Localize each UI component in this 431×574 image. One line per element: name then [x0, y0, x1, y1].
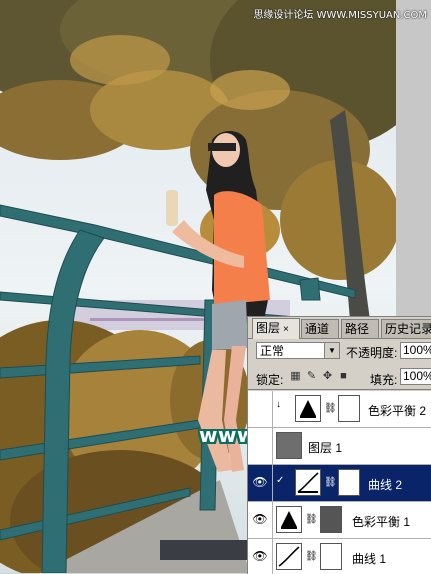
tab-layers-label: 图层 [256, 321, 281, 335]
visibility-toggle[interactable] [248, 428, 273, 464]
lock-brush-icon[interactable]: ✎ [306, 371, 317, 382]
visibility-toggle[interactable] [248, 391, 273, 427]
tab-history[interactable]: 历史记录 [381, 319, 431, 338]
adjustment-thumbnail[interactable] [276, 506, 302, 533]
link-indicator: ✓ [276, 475, 285, 486]
tab-channels[interactable]: 通道 [301, 319, 339, 338]
chain-link-icon[interactable]: ⛓ [305, 551, 318, 563]
lock-label: 锁定: [256, 373, 284, 387]
tab-channels-label: 通道 [305, 322, 330, 336]
layer-mask-thumbnail[interactable] [338, 395, 360, 422]
tab-paths-label: 路径 [345, 322, 370, 336]
layer-row-color-balance-1[interactable]: 👁 ⛓ 色彩平衡 1 [248, 502, 431, 539]
close-icon[interactable]: × [283, 324, 289, 335]
layer-name[interactable]: 色彩平衡 2 [368, 402, 426, 419]
layer-name[interactable]: 图层 1 [308, 439, 342, 456]
layer-row-curves-1[interactable]: 👁 ⛓ 曲线 1 [248, 539, 431, 574]
visibility-toggle[interactable]: 👁 [248, 502, 273, 538]
layer-name[interactable]: 曲线 2 [368, 476, 402, 493]
adjustment-thumbnail[interactable] [276, 543, 302, 570]
layer-row-curves-2[interactable]: 👁 ✓ ⛓ 曲线 2 [248, 465, 431, 502]
adjustment-thumbnail[interactable] [295, 469, 321, 496]
blend-mode-value: 正常 [260, 344, 285, 358]
eye-icon[interactable]: 👁 [252, 550, 268, 562]
chain-link-icon[interactable]: ⛓ [324, 403, 337, 415]
eye-icon[interactable]: 👁 [252, 476, 268, 488]
layer-mask-thumbnail[interactable] [320, 506, 342, 533]
clip-indicator: ↓ [276, 399, 281, 410]
lock-all-icon[interactable]: ■ [338, 371, 349, 382]
layer-row-layer-1[interactable]: 图层 1 [248, 428, 431, 465]
fill-label: 填充: [370, 373, 398, 387]
layer-thumbnail[interactable] [276, 432, 302, 459]
layers-panel: 图层 × 通道 路径 历史记录 正常 ▼ 不透明度: 100% 锁定: ▦ ✎ ✥… [247, 316, 431, 574]
chevron-down-icon[interactable]: ▼ [324, 343, 339, 358]
canvas-background-strip [396, 0, 431, 320]
chain-link-icon[interactable]: ⛓ [324, 477, 337, 489]
layer-name[interactable]: 曲线 1 [352, 550, 386, 567]
lock-row: 锁定: ▦ ✎ ✥ ■ 填充: 100% [248, 365, 431, 390]
visibility-toggle[interactable]: 👁 [248, 539, 273, 574]
opacity-label: 不透明度: [346, 346, 398, 360]
layer-mask-thumbnail[interactable] [320, 543, 342, 570]
layer-row-color-balance-2[interactable]: ↓ ⛓ 色彩平衡 2 [248, 391, 431, 428]
blend-mode-select[interactable]: 正常 ▼ [256, 342, 340, 359]
tab-history-label: 历史记录 [385, 322, 431, 336]
watermark-top: 思缘设计论坛 WWW.MISSYUAN.COM [253, 10, 427, 21]
lock-move-icon[interactable]: ✥ [322, 371, 333, 382]
adjustment-thumbnail[interactable] [295, 395, 321, 422]
fill-input[interactable]: 100% [400, 368, 431, 385]
tab-paths[interactable]: 路径 [341, 319, 379, 338]
layer-mask-thumbnail[interactable] [338, 469, 360, 496]
tab-layers[interactable]: 图层 × [252, 318, 300, 339]
layers-list: ↓ ⛓ 色彩平衡 2 图层 1 👁 ✓ ⛓ 曲线 2 👁 ⛓ 色彩平衡 1 👁 … [248, 391, 431, 574]
blend-row: 正常 ▼ 不透明度: 100% [248, 339, 431, 363]
visibility-toggle[interactable]: 👁 [248, 465, 273, 501]
layer-name[interactable]: 色彩平衡 1 [352, 513, 410, 530]
lock-transparent-icon[interactable]: ▦ [290, 371, 301, 382]
panel-tabs: 图层 × 通道 路径 历史记录 [248, 317, 431, 339]
chain-link-icon[interactable]: ⛓ [305, 514, 318, 526]
opacity-input[interactable]: 100% [400, 342, 431, 359]
eye-icon[interactable]: 👁 [252, 513, 268, 525]
